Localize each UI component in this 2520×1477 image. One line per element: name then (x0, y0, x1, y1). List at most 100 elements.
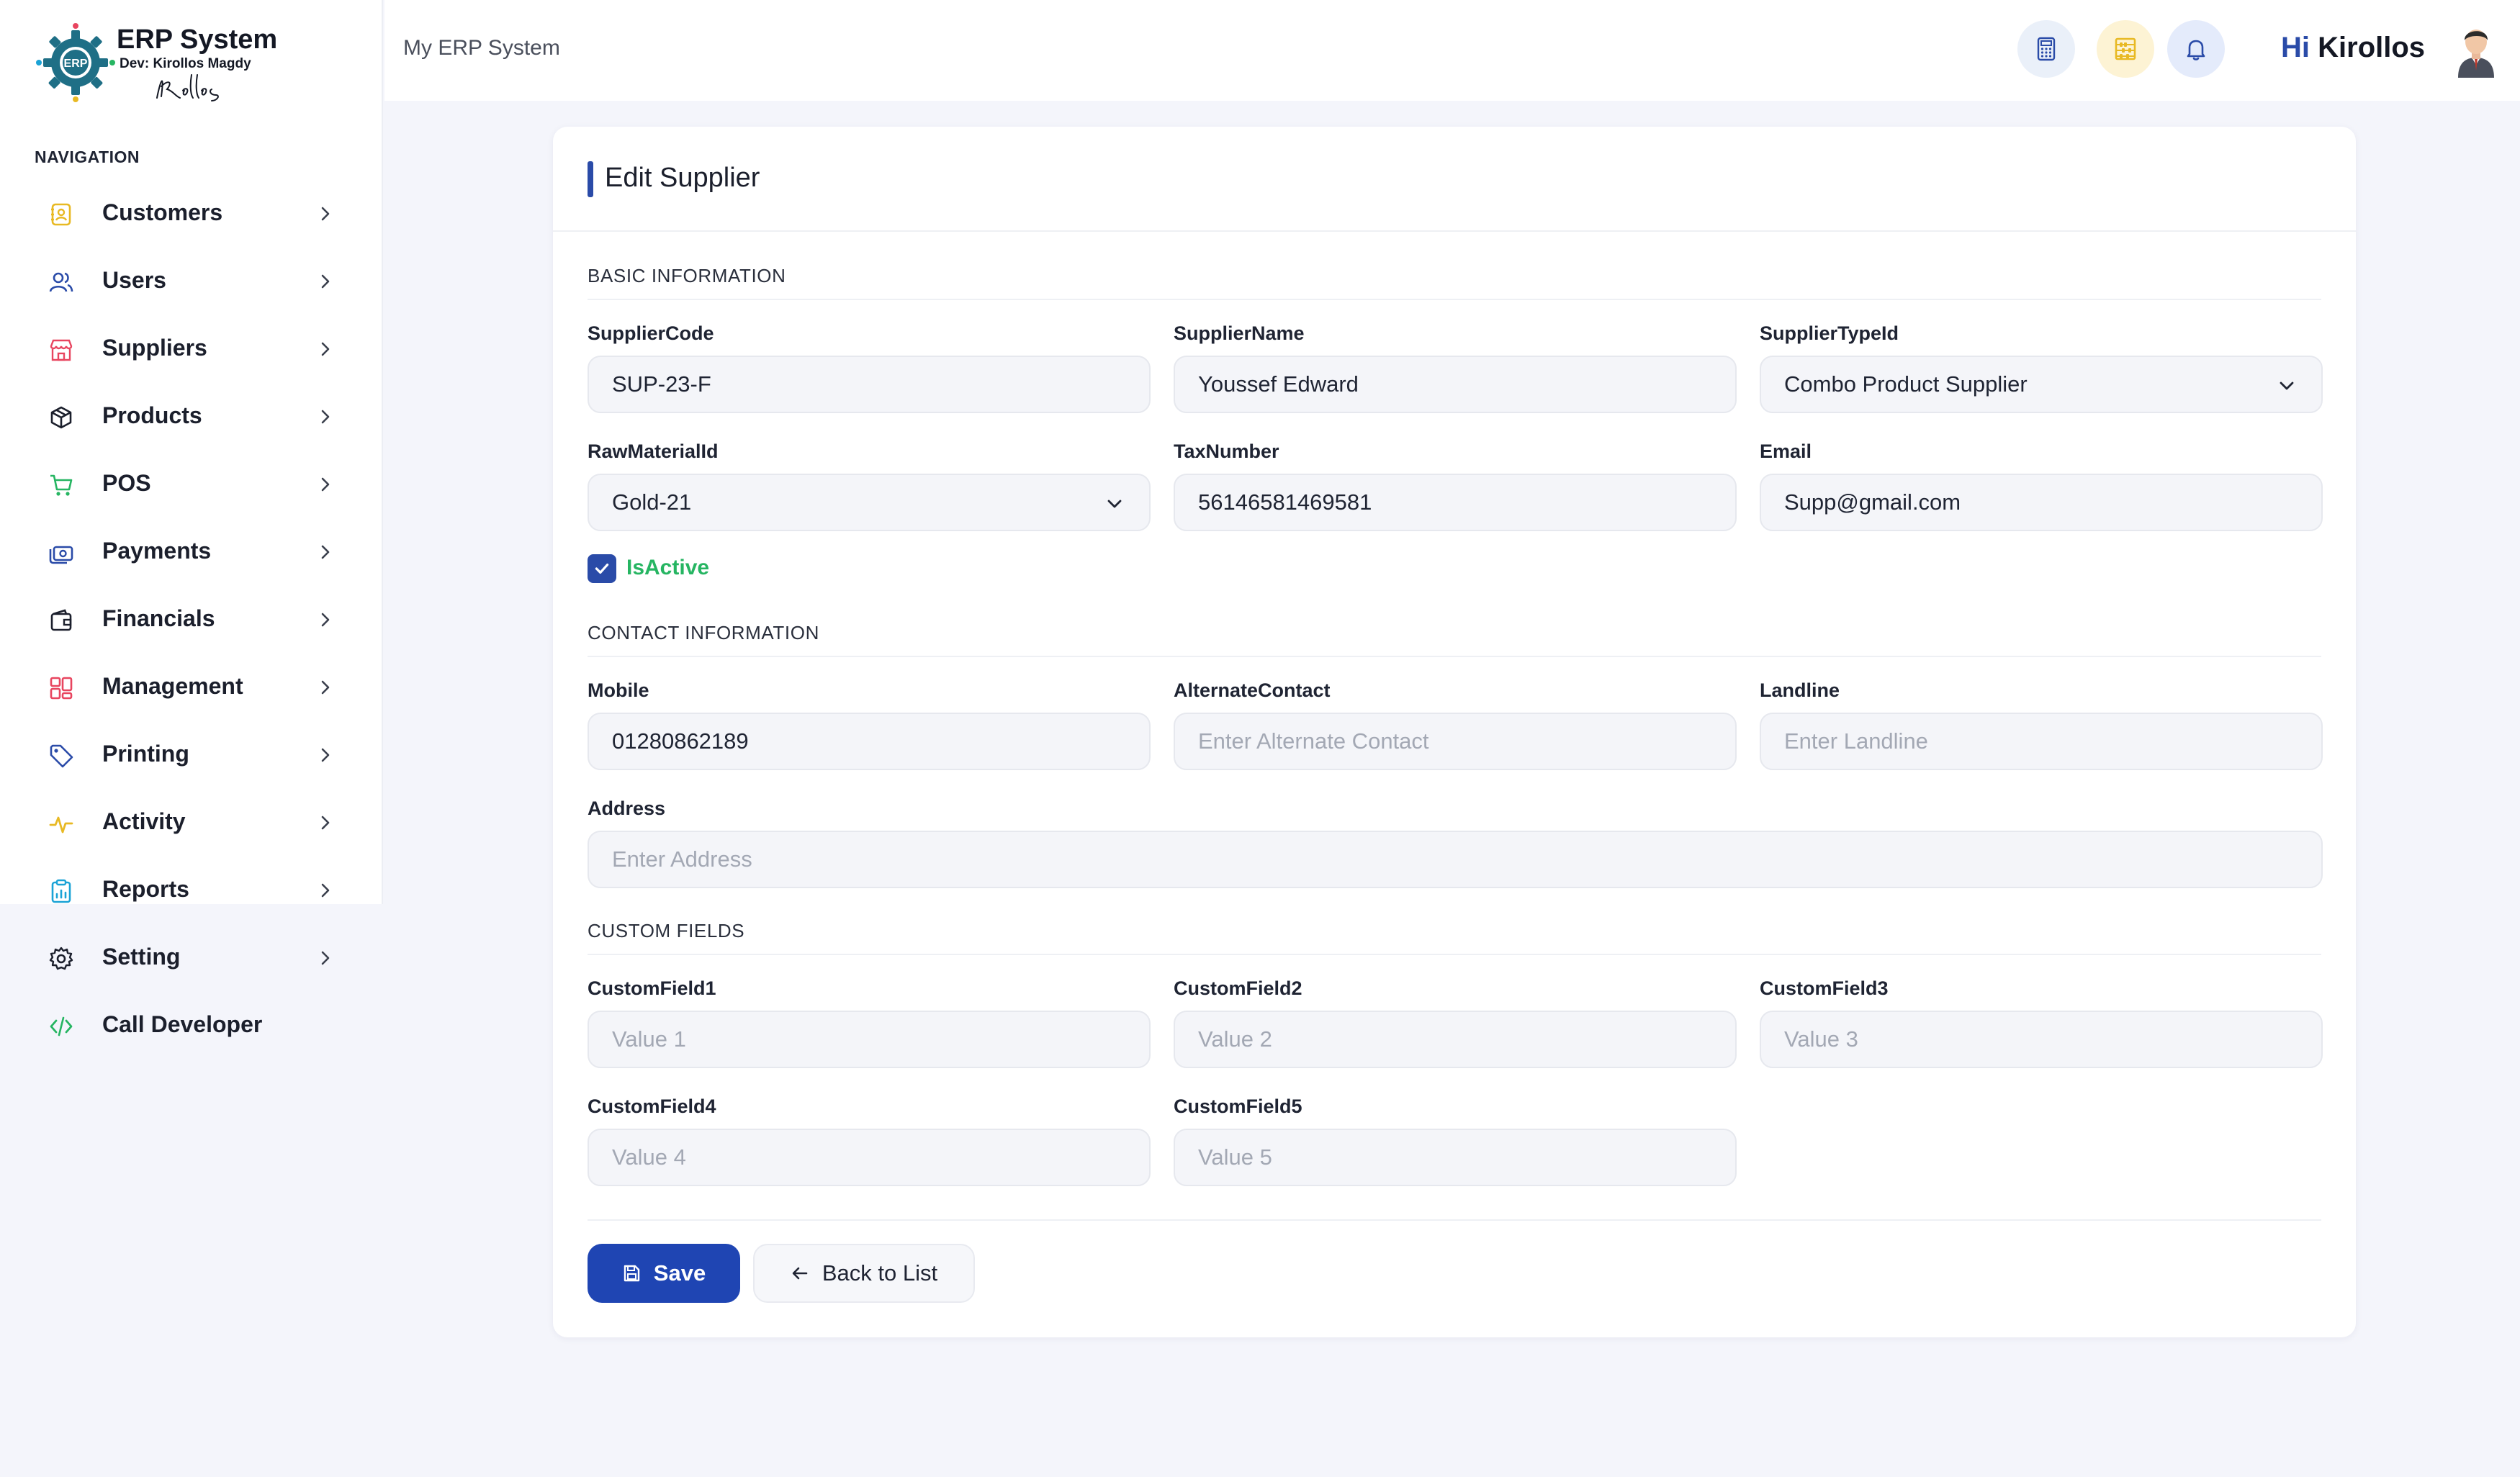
landline-input[interactable]: Enter Landline (1760, 713, 2323, 770)
calculator-button[interactable] (2017, 20, 2075, 78)
sidebar-item-customers[interactable]: Customers (0, 180, 383, 248)
section-basic-information: BASIC INFORMATION (588, 265, 2321, 300)
supplier-code-input[interactable]: SUP-23-F (588, 356, 1151, 413)
sidebar-item-label: Management (102, 673, 243, 699)
sidebar-item-setting[interactable]: Setting (0, 924, 383, 992)
raw-material-label: RawMaterialId (588, 441, 719, 462)
sidebar-item-management[interactable]: Management (0, 654, 383, 721)
user-name: Kirollos (2318, 32, 2426, 63)
sidebar-item-label: Setting (102, 944, 181, 970)
chevron-right-icon (321, 883, 330, 898)
bell-icon (2187, 40, 2205, 60)
title-accent-bar (588, 161, 593, 197)
custom-field-5-input[interactable]: Value 5 (1174, 1129, 1737, 1186)
code-icon (49, 1014, 73, 1039)
chevron-down-icon (1107, 500, 1122, 508)
sidebar-item-label: Reports (102, 876, 189, 902)
sidebar-item-label: Suppliers (102, 335, 207, 361)
custom-field-3-input[interactable]: Value 3 (1760, 1011, 2323, 1068)
chevron-right-icon (321, 342, 330, 356)
logo-mark-text: ERP (64, 58, 88, 70)
edit-supplier-card: Edit Supplier BASIC INFORMATION Supplier… (553, 127, 2356, 1337)
gear-icon (49, 947, 73, 971)
supplier-name-label: SupplierName (1174, 322, 1305, 344)
grid-icon (49, 676, 73, 700)
brand-logo[interactable]: ERP ERP System Dev: Kirollos Magdy (36, 22, 277, 102)
custom-field-3-label: CustomField3 (1760, 977, 1889, 999)
email-input[interactable]: Supp@gmail.com (1760, 474, 2323, 531)
sidebar-item-label: Products (102, 402, 202, 428)
cart-icon (49, 473, 73, 497)
sidebar-item-payments[interactable]: Payments (0, 518, 383, 586)
nav-heading: NAVIGATION (35, 148, 140, 166)
sidebar-item-suppliers[interactable]: Suppliers (0, 315, 383, 383)
page-title: Edit Supplier (605, 163, 760, 193)
tag-icon (49, 744, 73, 768)
raw-material-value: Gold-21 (612, 489, 692, 515)
save-button[interactable]: Save (588, 1244, 740, 1303)
abacus-icon (2115, 37, 2136, 60)
chevron-down-icon (2280, 381, 2294, 390)
section-contact-information: CONTACT INFORMATION (588, 622, 2321, 657)
chevron-right-icon (321, 613, 330, 627)
pulse-icon (49, 811, 73, 836)
user-greeting[interactable]: Hi Kirollos (2281, 32, 2425, 64)
is-active-label[interactable]: IsActive (626, 556, 709, 580)
mobile-input[interactable]: 01280862189 (588, 713, 1151, 770)
custom-field-2-label: CustomField2 (1174, 977, 1302, 999)
chevron-right-icon (321, 545, 330, 559)
chevron-right-icon (321, 477, 330, 492)
custom-field-4-label: CustomField4 (588, 1096, 716, 1117)
sidebar-item-users[interactable]: Users (0, 248, 383, 315)
chevron-right-icon (321, 680, 330, 695)
app-title: My ERP System (403, 36, 560, 60)
email-label: Email (1760, 441, 1812, 462)
address-label: Address (588, 798, 666, 819)
wallet-icon (49, 608, 73, 633)
custom-field-2-input[interactable]: Value 2 (1174, 1011, 1737, 1068)
chevron-right-icon (321, 748, 330, 762)
sidebar-item-activity[interactable]: Activity (0, 789, 383, 857)
address-input[interactable]: Enter Address (588, 831, 2323, 888)
sidebar-item-call-developer[interactable]: Call Developer (0, 992, 383, 1060)
supplier-code-label: SupplierCode (588, 322, 714, 344)
sidebar-item-products[interactable]: Products (0, 383, 383, 451)
custom-field-1-label: CustomField1 (588, 977, 716, 999)
sidebar-item-label: Printing (102, 741, 189, 767)
user-avatar[interactable] (2452, 23, 2500, 78)
erp-gear-logo-icon: ERP (36, 23, 115, 102)
sidebar-item-pos[interactable]: POS (0, 451, 383, 518)
notifications-button[interactable] (2167, 20, 2225, 78)
sidebar: ERP ERP System Dev: Kirollos Magdy NAVIG… (0, 0, 383, 1037)
custom-field-1-input[interactable]: Value 1 (588, 1011, 1151, 1068)
sidebar-item-printing[interactable]: Printing (0, 721, 383, 789)
money-icon (49, 541, 73, 565)
developer-signature (156, 74, 219, 101)
back-button-label: Back to List (822, 1260, 938, 1286)
form-divider (588, 1219, 2321, 1221)
back-to-list-button[interactable]: Back to List (753, 1244, 975, 1303)
supplier-type-select[interactable]: Combo Product Supplier (1760, 356, 2323, 413)
supplier-type-value: Combo Product Supplier (1784, 371, 2028, 397)
clipboard-icon (49, 879, 73, 903)
sidebar-item-financials[interactable]: Financials (0, 586, 383, 654)
users-icon (49, 270, 73, 294)
chevron-right-icon (321, 816, 330, 830)
sidebar-item-label: Call Developer (102, 1011, 263, 1037)
sidebar-item-label: Users (102, 267, 166, 293)
supplier-name-input[interactable]: Youssef Edward (1174, 356, 1737, 413)
chevron-right-icon (321, 207, 330, 221)
sidebar-item-reports[interactable]: Reports (0, 857, 383, 924)
tax-number-input[interactable]: 56146581469581 (1174, 474, 1737, 531)
box-icon (49, 405, 73, 430)
checkmark-icon (595, 563, 609, 574)
sidebar-item-label: POS (102, 470, 151, 496)
alternate-contact-input[interactable]: Enter Alternate Contact (1174, 713, 1737, 770)
abacus-button[interactable] (2097, 20, 2154, 78)
sidebar-item-label: Activity (102, 808, 186, 834)
brand-title: ERP System (117, 24, 278, 55)
custom-field-4-input[interactable]: Value 4 (588, 1129, 1151, 1186)
raw-material-select[interactable]: Gold-21 (588, 474, 1151, 531)
is-active-checkbox[interactable] (588, 554, 616, 583)
tax-number-label: TaxNumber (1174, 441, 1279, 462)
